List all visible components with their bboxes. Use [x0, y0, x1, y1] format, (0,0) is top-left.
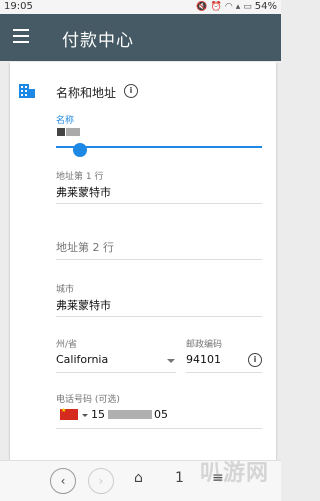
phone-suffix[interactable]: 05 — [154, 408, 168, 421]
address1-input[interactable]: 弗莱蒙特市 — [56, 184, 111, 200]
zip-info-icon[interactable]: i — [248, 353, 262, 367]
city-label: 城市 — [56, 285, 75, 295]
name-field[interactable] — [56, 146, 262, 148]
alarm-icon: ⏰ — [210, 1, 222, 12]
zip-input[interactable]: 94101 — [186, 353, 221, 366]
name-blurred-text — [66, 128, 80, 136]
silent-icon: 🔇 — [196, 1, 208, 12]
building-icon — [19, 84, 35, 98]
status-time: 19:05 — [4, 1, 33, 12]
page-title: 付款中心 — [62, 31, 134, 51]
signal-icon: ▴ — [235, 1, 241, 12]
city-underline — [56, 316, 262, 317]
china-flag-icon[interactable] — [60, 407, 78, 420]
tabs-count[interactable]: 1 — [175, 470, 184, 486]
phone-label: 电话号码 (可选) — [56, 395, 120, 405]
state-underline — [56, 372, 176, 373]
city-input[interactable]: 弗莱蒙特市 — [56, 297, 111, 313]
text-cursor-handle[interactable] — [73, 143, 87, 157]
address2-input[interactable]: 地址第 2 行 — [56, 239, 114, 255]
status-icons: 🔇 ⏰ ◠ ▴ ▭ 54% — [196, 1, 277, 12]
phone-underline — [56, 428, 262, 429]
chevron-down-icon[interactable] — [167, 359, 175, 363]
info-icon[interactable]: i — [124, 84, 138, 98]
state-select[interactable]: California — [56, 353, 108, 366]
address1-underline — [56, 203, 262, 204]
home-icon[interactable]: ⌂ — [134, 470, 143, 486]
watermark-logo: 叭游网 — [200, 461, 270, 486]
zip-label: 邮政编码 — [186, 340, 223, 350]
address-card — [10, 62, 276, 460]
state-label: 州/省 — [56, 340, 78, 350]
name-blurred-char — [57, 128, 65, 136]
phone-blurred-digits — [108, 410, 152, 419]
section-title: 名称和地址 — [56, 86, 117, 100]
menu-icon[interactable] — [13, 29, 29, 43]
battery-level: 54% — [254, 1, 277, 12]
app-bar: 付款中心 — [0, 14, 281, 61]
wifi-icon: ◠ — [224, 1, 233, 12]
zip-underline — [186, 372, 262, 373]
address2-underline — [56, 259, 262, 260]
status-bar: 19:05 🔇 ⏰ ◠ ▴ ▭ 54% — [0, 0, 281, 14]
address1-label: 地址第 1 行 — [56, 172, 104, 182]
back-button[interactable]: ‹ — [50, 468, 76, 494]
name-label: 名称 — [56, 116, 75, 126]
forward-button[interactable]: › — [88, 468, 114, 494]
phone-prefix[interactable]: 15 — [91, 408, 105, 421]
country-chevron-icon[interactable] — [82, 414, 88, 417]
battery-icon: ▭ — [243, 1, 252, 12]
